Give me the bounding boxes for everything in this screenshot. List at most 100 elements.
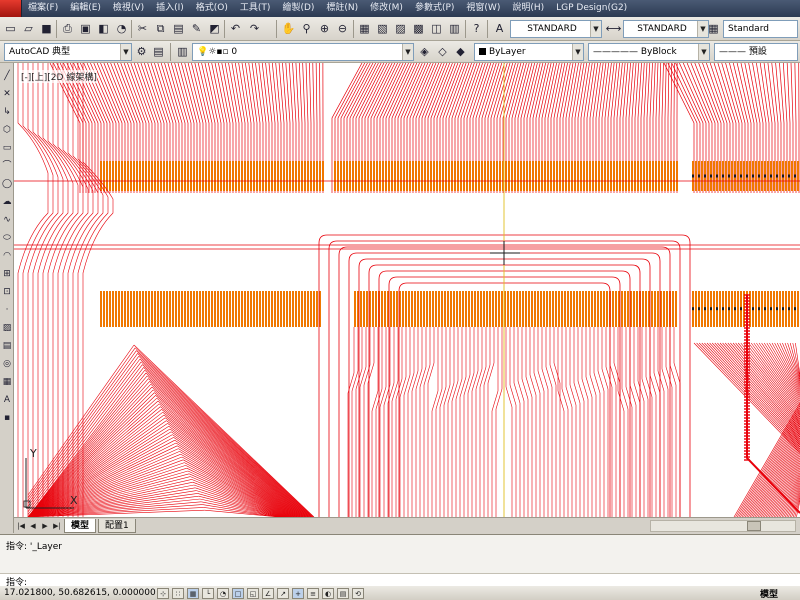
workspace-settings-icon[interactable]: ⚙ xyxy=(133,43,150,60)
menu-file[interactable]: 檔案(F) xyxy=(22,0,64,17)
point-icon[interactable]: · xyxy=(1,303,13,318)
new-file-icon[interactable]: ▭ xyxy=(2,20,19,37)
block-editor-icon[interactable]: ◩ xyxy=(206,20,223,37)
spline-icon[interactable]: ∿ xyxy=(1,213,13,228)
paste-icon[interactable]: ▤ xyxy=(170,20,187,37)
lineweight-dropdown[interactable]: ——— 預設 xyxy=(714,43,798,61)
arc-icon[interactable]: ⌒ xyxy=(1,159,13,174)
pan-icon[interactable]: ✋ xyxy=(280,20,297,37)
3d-dwf-icon[interactable]: ◔ xyxy=(113,20,130,37)
last-layout-icon[interactable]: ▶| xyxy=(52,520,62,532)
object-snap-icon[interactable]: □ xyxy=(232,587,244,599)
make-current-layer-icon[interactable]: ◈ xyxy=(416,43,433,60)
zoom-window-icon[interactable]: ⊕ xyxy=(316,20,333,37)
construction-line-icon[interactable]: ✕ xyxy=(1,87,13,102)
line-icon[interactable]: ╱ xyxy=(1,69,13,84)
command-input[interactable]: 指令: xyxy=(0,573,800,588)
publish-icon[interactable]: ◧ xyxy=(95,20,112,37)
region-icon[interactable]: ◎ xyxy=(1,357,13,372)
zoom-previous-icon[interactable]: ⊖ xyxy=(334,20,351,37)
save-icon[interactable]: ■ xyxy=(38,20,55,37)
menu-format[interactable]: 格式(O) xyxy=(190,0,234,17)
gradient-icon[interactable]: ▤ xyxy=(1,339,13,354)
menu-help[interactable]: 說明(H) xyxy=(506,0,550,17)
dynamic-ucs-icon[interactable]: ↗ xyxy=(277,587,289,599)
table-icon[interactable]: ▦ xyxy=(1,375,13,390)
polyline-icon[interactable]: ↳ xyxy=(1,105,13,120)
menu-lgp-design[interactable]: LGP Design(G2) xyxy=(550,0,633,17)
cut-icon[interactable]: ✂ xyxy=(134,20,151,37)
ellipse-icon[interactable]: ⬭ xyxy=(1,231,13,246)
object-snap-tracking-icon[interactable]: ∠ xyxy=(262,587,274,599)
lineweight-icon[interactable]: ≡ xyxy=(307,587,319,599)
hatch-icon[interactable]: ▨ xyxy=(1,321,13,336)
undo-icon[interactable]: ↶ xyxy=(227,20,244,37)
workspace-dropdown[interactable]: AutoCAD 典型 ▼ xyxy=(4,43,132,61)
layer-previous-icon[interactable]: ◇ xyxy=(434,43,451,60)
polygon-icon[interactable]: ⬡ xyxy=(1,123,13,138)
calculator-icon[interactable]: ▥ xyxy=(446,20,463,37)
redo-icon[interactable]: ↷ xyxy=(246,20,263,37)
selection-cycling-icon[interactable]: ⟲ xyxy=(352,587,364,599)
application-menu-button[interactable] xyxy=(0,0,22,17)
infer-constraints-icon[interactable]: ⊹ xyxy=(157,587,169,599)
match-properties-icon[interactable]: ✎ xyxy=(188,20,205,37)
dynamic-input-icon[interactable]: + xyxy=(292,587,304,599)
layer-dropdown[interactable]: 💡☼▪▫ 0 ▼ xyxy=(192,43,414,61)
tab-model[interactable]: 模型 xyxy=(64,518,97,533)
polar-tracking-icon[interactable]: ◔ xyxy=(217,587,229,599)
text-style-icon[interactable]: A xyxy=(491,20,508,37)
next-layout-icon[interactable]: ▶ xyxy=(40,520,50,532)
color-dropdown[interactable]: ByLayer ▼ xyxy=(474,43,584,61)
help-icon[interactable]: ? xyxy=(468,20,485,37)
model-space-toggle[interactable]: 模型 xyxy=(760,587,778,600)
plot-icon[interactable]: ⎙ xyxy=(59,20,76,37)
layer-states-icon[interactable]: ◆ xyxy=(452,43,469,60)
previous-layout-icon[interactable]: ◀ xyxy=(28,520,38,532)
zoom-realtime-icon[interactable]: ⚲ xyxy=(298,20,315,37)
multiline-text-icon[interactable]: A xyxy=(1,393,13,408)
menu-tools[interactable]: 工具(T) xyxy=(234,0,277,17)
markup-icon[interactable]: ◫ xyxy=(428,20,445,37)
customize-icon[interactable]: ▤ xyxy=(150,43,167,60)
design-center-icon[interactable]: ▧ xyxy=(374,20,391,37)
table-style-icon[interactable]: ▦ xyxy=(705,20,722,37)
revision-cloud-icon[interactable]: ☁ xyxy=(1,195,13,210)
menu-insert[interactable]: 插入(I) xyxy=(150,0,190,17)
dimension-style-dropdown[interactable]: STANDARD ▼ xyxy=(623,20,709,38)
copy-icon[interactable]: ⧉ xyxy=(152,20,169,37)
circle-icon[interactable]: ◯ xyxy=(1,177,13,192)
ellipse-arc-icon[interactable]: ◠ xyxy=(1,249,13,264)
open-file-icon[interactable]: ▱ xyxy=(20,20,37,37)
properties-icon[interactable]: ▦ xyxy=(356,20,373,37)
sheet-set-icon[interactable]: ▩ xyxy=(410,20,427,37)
linetype-dropdown[interactable]: ————— ByBlock ▼ xyxy=(588,43,710,61)
first-layout-icon[interactable]: |◀ xyxy=(16,520,26,532)
menu-modify[interactable]: 修改(M) xyxy=(364,0,409,17)
transparency-icon[interactable]: ◐ xyxy=(322,587,334,599)
table-style-dropdown[interactable]: Standard xyxy=(723,20,798,38)
quick-properties-icon[interactable]: ▤ xyxy=(337,587,349,599)
3d-object-snap-icon[interactable]: ◱ xyxy=(247,587,259,599)
drawing-canvas[interactable]: YX [-][上][2D 線架構] xyxy=(14,63,800,517)
rectangle-icon[interactable]: ▭ xyxy=(1,141,13,156)
text-style-dropdown[interactable]: STANDARD ▼ xyxy=(510,20,602,38)
layer-properties-icon[interactable]: ▥ xyxy=(174,43,191,60)
menu-view[interactable]: 檢視(V) xyxy=(107,0,150,17)
menu-dimension[interactable]: 標註(N) xyxy=(320,0,364,17)
tab-layout1[interactable]: 配置1 xyxy=(98,518,136,533)
snap-mode-icon[interactable]: ∷ xyxy=(172,587,184,599)
grid-display-icon[interactable]: ▦ xyxy=(187,587,199,599)
menu-edit[interactable]: 編輯(E) xyxy=(64,0,107,17)
ortho-mode-icon[interactable]: └ xyxy=(202,587,214,599)
plot-preview-icon[interactable]: ▣ xyxy=(77,20,94,37)
menu-draw[interactable]: 繪製(D) xyxy=(276,0,320,17)
scrollbar-thumb[interactable] xyxy=(747,521,761,531)
add-selected-icon[interactable]: ▪ xyxy=(1,411,13,426)
tool-palettes-icon[interactable]: ▨ xyxy=(392,20,409,37)
insert-block-icon[interactable]: ⊞ xyxy=(1,267,13,282)
menu-window[interactable]: 視窗(W) xyxy=(460,0,506,17)
cursor-coordinates[interactable]: 17.021800, 50.682615, 0.000000 xyxy=(4,588,156,598)
viewport-controls-label[interactable]: [-][上][2D 線架構] xyxy=(21,70,97,83)
dimension-style-icon[interactable]: ⟷ xyxy=(605,20,622,37)
